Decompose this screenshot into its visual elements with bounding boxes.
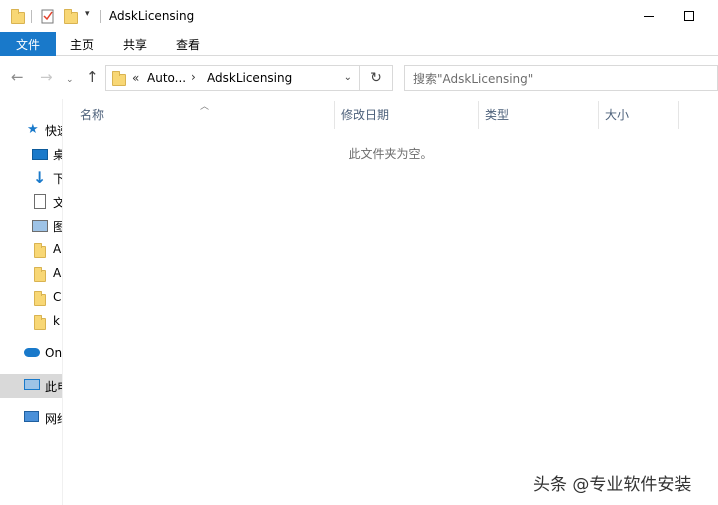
customize-quick-access-icon[interactable]: ▾ xyxy=(85,9,90,19)
sidebar-item-label: A xyxy=(53,266,62,280)
sidebar-item-label: 此电脑 xyxy=(45,380,62,394)
sidebar-item-this-pc[interactable]: 此电脑 xyxy=(0,374,62,398)
sidebar-item-label: 下载 xyxy=(53,172,62,186)
file-list: ︿ 名称 修改日期 类型 大小 此文件夹为空。 xyxy=(63,99,718,505)
folder-icon xyxy=(11,9,25,24)
new-folder-icon[interactable] xyxy=(64,9,78,24)
sidebar-item-desktop[interactable]: 桌面 xyxy=(0,142,62,166)
address-dropdown-icon[interactable]: ⌄ xyxy=(344,72,352,83)
sidebar-item-label: 桌面 xyxy=(53,148,62,162)
title-bar: ▾ AdskLicensing xyxy=(0,0,718,32)
refresh-icon: ↻ xyxy=(370,70,382,86)
download-icon: ↓ xyxy=(33,168,47,187)
sidebar-item-label: 网络 xyxy=(45,412,62,426)
column-header-size[interactable]: 大小 xyxy=(605,99,629,130)
computer-icon xyxy=(24,379,40,390)
maximize-button[interactable] xyxy=(666,0,712,32)
breadcrumb-segment[interactable]: Auto... xyxy=(147,71,186,85)
title-divider xyxy=(100,10,101,23)
address-row: ← → ⌄ ↑ « Auto... › AdskLicensing ⌄ ↻ 搜索… xyxy=(0,57,718,99)
cloud-icon xyxy=(24,348,40,357)
column-header-type[interactable]: 类型 xyxy=(485,99,509,130)
sidebar-item-label: 文档 xyxy=(53,196,62,210)
window-title: AdskLicensing xyxy=(109,9,195,23)
sidebar-item-label: A xyxy=(53,242,62,256)
sidebar-item-folder[interactable]: A xyxy=(0,238,62,262)
tab-share[interactable]: 共享 xyxy=(110,32,160,56)
sort-ascending-icon: ︿ xyxy=(200,102,210,112)
document-icon xyxy=(34,194,46,209)
search-input[interactable]: 搜索"AdskLicensing" xyxy=(404,65,718,91)
folder-icon xyxy=(34,291,46,306)
maximize-icon xyxy=(684,11,694,21)
breadcrumb-separator-icon[interactable]: › xyxy=(191,70,196,84)
recent-locations-icon[interactable]: ⌄ xyxy=(66,73,74,88)
desktop-icon xyxy=(32,149,48,160)
refresh-button[interactable]: ↻ xyxy=(360,65,393,91)
network-icon xyxy=(24,411,39,422)
sidebar-item-label: 图片 xyxy=(53,220,62,234)
tab-home[interactable]: 主页 xyxy=(57,32,107,56)
up-button[interactable]: ↑ xyxy=(86,70,99,85)
column-header-name[interactable]: 名称 xyxy=(80,99,104,130)
tab-view[interactable]: 查看 xyxy=(163,32,213,56)
minimize-icon xyxy=(644,15,654,17)
ribbon-tabs: 文件 主页 共享 查看 xyxy=(0,32,718,56)
watermark: 头条 @专业软件安装 xyxy=(533,475,692,495)
sidebar-item-downloads[interactable]: ↓ 下载 xyxy=(0,166,62,190)
folder-icon xyxy=(34,315,46,330)
folder-icon xyxy=(34,243,46,258)
pictures-icon xyxy=(32,220,48,232)
sidebar-item-onedrive[interactable]: OneDrive xyxy=(0,342,62,366)
sidebar-item-documents[interactable]: 文档 xyxy=(0,190,62,214)
sidebar-item-quick-access[interactable]: ★ 快速访问 xyxy=(0,118,62,142)
folder-icon xyxy=(112,71,126,86)
sidebar-item-pictures[interactable]: 图片 xyxy=(0,214,62,238)
sidebar-item-folder[interactable]: C xyxy=(0,286,62,310)
back-button[interactable]: ← xyxy=(11,70,24,85)
column-separator[interactable] xyxy=(478,101,479,129)
sidebar-item-label: 快速访问 xyxy=(45,124,62,138)
address-bar[interactable]: « Auto... › AdskLicensing ⌄ xyxy=(105,65,360,91)
column-separator[interactable] xyxy=(334,101,335,129)
overflow-chevron-icon[interactable]: « xyxy=(132,71,139,85)
properties-icon[interactable] xyxy=(40,8,56,24)
breadcrumb-segment[interactable]: AdskLicensing xyxy=(207,71,292,85)
star-icon: ★ xyxy=(27,122,39,137)
sidebar-item-folder[interactable]: A xyxy=(0,262,62,286)
tab-file[interactable]: 文件 xyxy=(0,32,56,56)
sidebar-item-label: C xyxy=(53,290,62,304)
forward-button[interactable]: → xyxy=(40,70,53,85)
sidebar-item-network[interactable]: 网络 xyxy=(0,406,62,430)
empty-folder-message: 此文件夹为空。 xyxy=(348,147,433,161)
sidebar-item-label: k xyxy=(53,314,60,328)
folder-icon xyxy=(34,267,46,282)
navigation-pane: ★ 快速访问 桌面 ↓ 下载 文档 图片 A A C k OneDrive 此电… xyxy=(0,99,62,505)
quick-access-divider xyxy=(31,10,32,23)
column-separator[interactable] xyxy=(598,101,599,129)
column-separator[interactable] xyxy=(678,101,679,129)
sidebar-item-folder[interactable]: k xyxy=(0,310,62,334)
column-header-date-modified[interactable]: 修改日期 xyxy=(341,99,389,130)
sidebar-item-label: OneDrive xyxy=(45,346,62,360)
